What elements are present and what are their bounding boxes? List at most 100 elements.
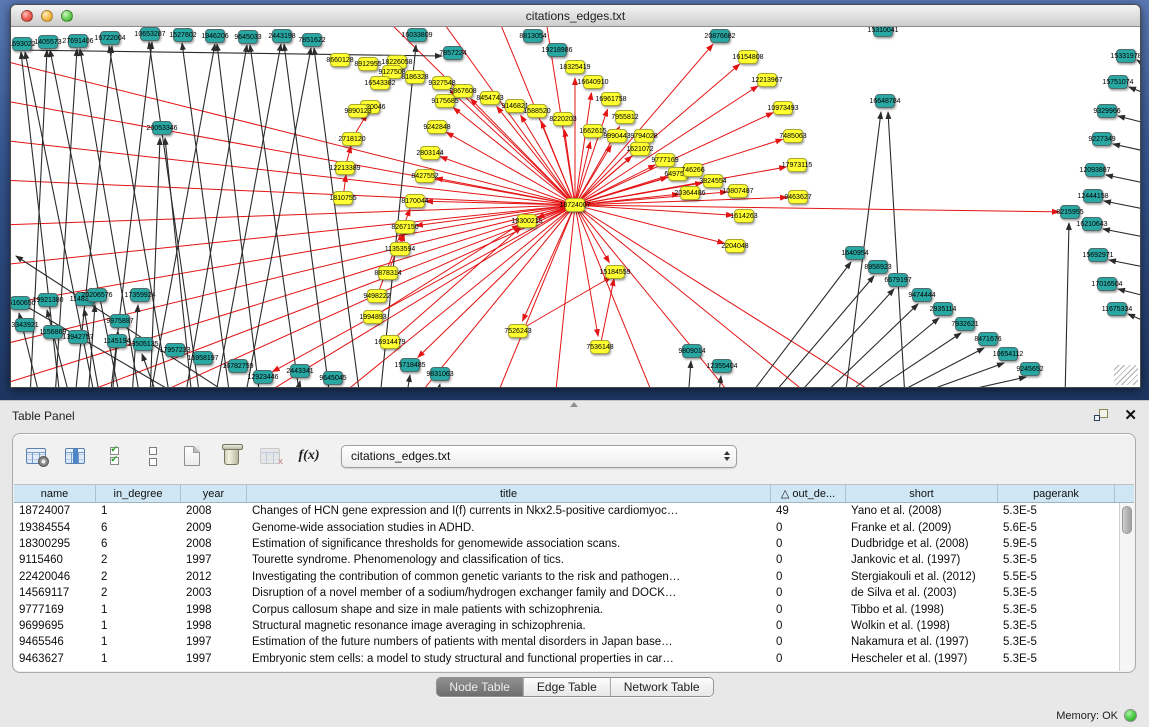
graph-node[interactable]: 10807487 xyxy=(728,184,748,198)
graph-node[interactable]: 3343921 xyxy=(15,318,35,332)
column-header[interactable]: short xyxy=(846,485,998,502)
graph-node[interactable]: 9227349 xyxy=(1092,132,1112,146)
graph-node[interactable]: 16033809 xyxy=(407,28,427,42)
graph-node[interactable]: 11675334 xyxy=(1107,302,1127,316)
graph-node[interactable]: 19921380 xyxy=(38,293,58,307)
column-header[interactable]: pagerank xyxy=(998,485,1115,502)
graph-node[interactable]: 8170044 xyxy=(405,194,425,208)
graph-node[interactable]: 9463627 xyxy=(788,190,808,204)
graph-node[interactable]: 3824554 xyxy=(703,174,723,188)
graph-node[interactable]: 9498222 xyxy=(367,289,387,303)
graph-node[interactable]: 27691406 xyxy=(68,34,88,48)
graph-node[interactable]: 16543382 xyxy=(370,76,390,90)
graph-node[interactable]: 7536148 xyxy=(590,340,610,354)
float-panel-icon[interactable] xyxy=(1094,409,1110,423)
graph-node[interactable]: 25160650 xyxy=(11,296,30,310)
zoom-window-icon[interactable] xyxy=(61,10,73,22)
graph-node[interactable]: 20053346 xyxy=(152,121,172,135)
graph-node[interactable]: 1810755 xyxy=(333,191,353,205)
graph-node[interactable]: 17957233 xyxy=(165,343,185,357)
graph-node[interactable]: 12093887 xyxy=(1085,163,1105,177)
graph-node[interactable]: 16640910 xyxy=(583,75,603,89)
column-header[interactable]: △ out_de... xyxy=(771,485,846,502)
graph-node[interactable]: 8471676 xyxy=(978,332,998,346)
graph-node[interactable]: 8427552 xyxy=(415,169,435,183)
table-row[interactable]: 1938455462009Genome-wide association stu… xyxy=(14,519,1134,535)
graph-node[interactable]: 16210643 xyxy=(1082,217,1102,231)
graph-node[interactable]: 9890123 xyxy=(348,104,368,118)
graph-node[interactable]: 9777169 xyxy=(655,153,675,167)
graph-node[interactable]: 18724007 xyxy=(565,198,585,212)
graph-node[interactable]: 15184559 xyxy=(605,265,625,279)
graph-node[interactable]: 1693022 xyxy=(12,37,32,51)
close-window-icon[interactable] xyxy=(21,10,33,22)
graph-node[interactable]: 10653287 xyxy=(140,27,160,41)
graph-node[interactable]: 1405573 xyxy=(38,35,58,49)
table-row[interactable]: 1872400712008Changes of HCN gene express… xyxy=(14,503,1134,519)
graph-node[interactable]: 6679197 xyxy=(888,273,908,287)
graph-node[interactable]: 15718485 xyxy=(400,358,420,372)
graph-node[interactable]: 13505135 xyxy=(133,337,153,351)
graph-node[interactable]: 8220203 xyxy=(553,112,573,126)
table-row[interactable]: 911546021997Tourette syndrome. Phenomeno… xyxy=(14,552,1134,568)
table-row[interactable]: 946554611997Estimation of the future num… xyxy=(14,634,1134,650)
graph-node[interactable]: 19218986 xyxy=(547,43,567,57)
graph-node[interactable]: 9175685 xyxy=(435,94,455,108)
table-row[interactable]: 969969511998Structural magnetic resonanc… xyxy=(14,618,1134,634)
tab-edge-table[interactable]: Edge Table xyxy=(524,678,611,696)
graph-node[interactable]: 9242848 xyxy=(427,120,447,134)
graph-node[interactable]: 12923446 xyxy=(253,370,273,384)
delete-icon[interactable] xyxy=(218,443,244,469)
graph-node[interactable]: 17359924 xyxy=(130,288,150,302)
graph-node[interactable]: 9809014 xyxy=(682,344,702,358)
graph-node[interactable]: 12444158 xyxy=(1083,189,1103,203)
graph-node[interactable]: 18300215 xyxy=(517,214,537,228)
graph-node[interactable]: 746266 xyxy=(683,163,703,177)
graph-node[interactable]: 7955812 xyxy=(615,110,635,124)
graph-node[interactable]: 8912955 xyxy=(358,57,378,71)
graph-node[interactable]: 2803144 xyxy=(420,146,440,160)
graph-node[interactable]: 1614263 xyxy=(734,209,754,223)
graph-node[interactable]: 7932621 xyxy=(955,317,975,331)
graph-node[interactable]: 12213967 xyxy=(757,73,777,87)
tab-node-table[interactable]: Node Table xyxy=(436,678,524,696)
graph-node[interactable]: 16722004 xyxy=(100,31,120,45)
table-row[interactable]: 2242004622012Investigating the contribut… xyxy=(14,569,1134,585)
table-row[interactable]: 1830029562008Estimation of significance … xyxy=(14,536,1134,552)
graph-node[interactable]: 8186328 xyxy=(405,70,425,84)
graph-node[interactable]: 9794028 xyxy=(634,129,654,143)
graph-node[interactable]: 9245652 xyxy=(1020,362,1040,376)
graph-node[interactable]: 9329966 xyxy=(1097,104,1117,118)
graph-node[interactable]: 17016504 xyxy=(1097,277,1117,291)
graph-node[interactable]: 2718120 xyxy=(342,132,362,146)
graph-node[interactable]: 1156869 xyxy=(43,325,63,339)
clear-selection-icon[interactable] xyxy=(140,443,166,469)
graph-node[interactable]: 9146821 xyxy=(505,99,525,113)
graph-node[interactable]: 16958197 xyxy=(193,351,213,365)
graph-node[interactable]: 11353594 xyxy=(390,242,410,256)
graph-node[interactable]: 2204048 xyxy=(725,239,745,253)
table-vertical-scrollbar[interactable] xyxy=(1119,503,1134,671)
table-row[interactable]: 1456911722003Disruption of a novel membe… xyxy=(14,585,1134,601)
table-settings-icon[interactable] xyxy=(23,443,49,469)
graph-node[interactable]: 15751074 xyxy=(1108,75,1128,89)
graph-node[interactable]: 20364486 xyxy=(680,186,700,200)
graph-node[interactable]: 1662615 xyxy=(583,124,603,138)
graph-node[interactable]: 2867608 xyxy=(453,84,473,98)
close-panel-icon[interactable]: ✕ xyxy=(1124,409,1137,423)
graph-node[interactable]: 16648784 xyxy=(875,94,895,108)
graph-node[interactable]: 9831063 xyxy=(430,367,450,381)
graph-node[interactable]: 8267150 xyxy=(395,220,415,234)
new-document-icon[interactable] xyxy=(179,443,205,469)
graph-node[interactable]: 8878314 xyxy=(378,266,398,280)
graph-canvas[interactable]: 18724007 1693022 1405573 27691406 16722004 10… xyxy=(11,27,1140,387)
graph-node[interactable]: 10973493 xyxy=(773,101,793,115)
graph-node[interactable]: 8454743 xyxy=(480,91,500,105)
column-header[interactable]: year xyxy=(181,485,247,502)
graph-node[interactable]: 1527602 xyxy=(173,28,193,42)
minimize-window-icon[interactable] xyxy=(41,10,53,22)
graph-node[interactable]: 9474444 xyxy=(912,288,932,302)
graph-node[interactable]: 12355404 xyxy=(712,359,732,373)
graph-node[interactable]: 9645045 xyxy=(323,371,343,385)
graph-node[interactable]: 8813054 xyxy=(523,29,543,43)
